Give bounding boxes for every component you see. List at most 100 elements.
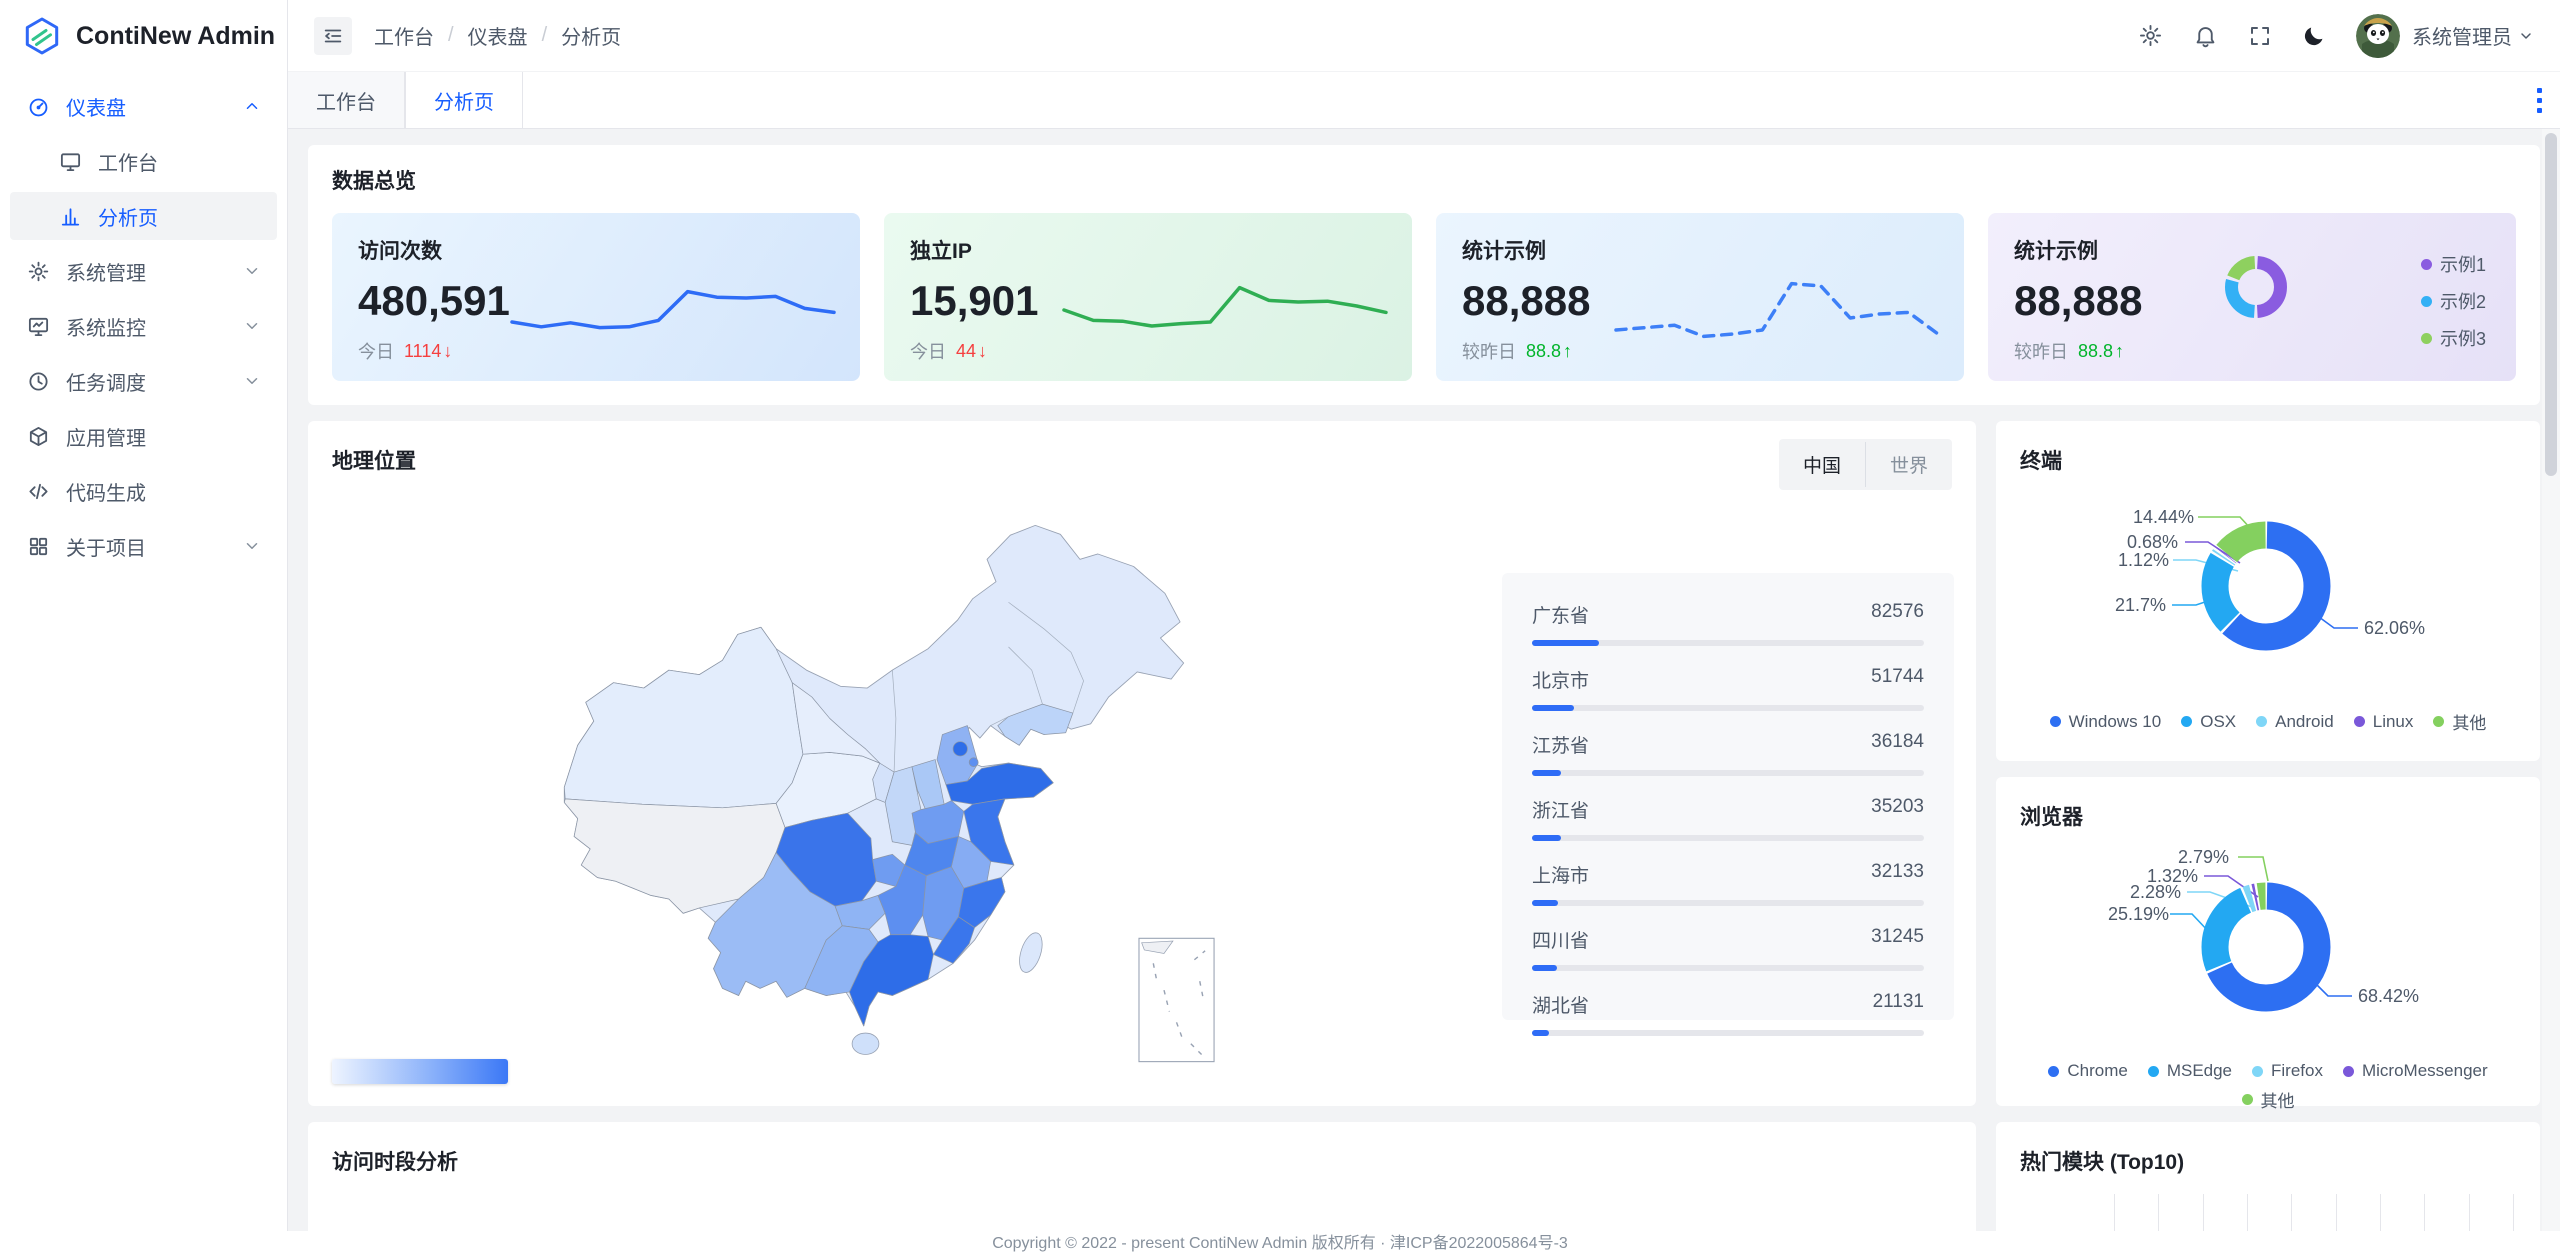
user-name: 系统管理员: [2412, 21, 2534, 50]
sidebar-item-label: 分析页: [98, 202, 158, 231]
app-logo[interactable]: ContiNew Admin: [0, 0, 287, 72]
province-progress-track: [1532, 640, 1924, 646]
pct-label: 2.28%: [2130, 882, 2181, 903]
province-name: 四川省: [1532, 926, 1589, 953]
province-progress-track: [1532, 1030, 1924, 1036]
china-choropleth-map[interactable]: [508, 495, 1259, 1067]
legend-dot-icon: [2421, 296, 2432, 307]
sidebar: ContiNew Admin 仪表盘 工作台 分析页: [0, 0, 288, 1257]
scrollbar-thumb[interactable]: [2545, 133, 2557, 476]
legend-dot-icon: [2421, 333, 2432, 344]
legend-label: Linux: [2373, 712, 2414, 732]
section-title: 地理位置: [332, 445, 1952, 475]
legend-item[interactable]: MSEdge: [2148, 1061, 2232, 1081]
legend-item[interactable]: 其他: [2433, 709, 2486, 734]
sidebar-item-workplace[interactable]: 工作台: [10, 137, 277, 185]
fullscreen-icon[interactable]: [2248, 24, 2272, 48]
province-name: 江苏省: [1532, 731, 1589, 758]
user-menu[interactable]: 系统管理员: [2356, 14, 2534, 58]
section-title: 热门模块 (Top10): [2020, 1146, 2516, 1176]
sidebar-item-task-schedule[interactable]: 任务调度: [10, 357, 277, 405]
province-row: 广东省82576: [1532, 601, 1924, 646]
clock-icon: [26, 369, 50, 393]
breadcrumb-item[interactable]: 工作台: [374, 21, 434, 50]
sidebar-item-label: 代码生成: [66, 477, 146, 506]
tab-workplace[interactable]: 工作台: [288, 72, 405, 128]
breadcrumb-separator: /: [448, 24, 454, 47]
header: 工作台 / 仪表盘 / 分析页 系统管理员: [288, 0, 2560, 72]
south-china-sea-inset: [1139, 938, 1214, 1061]
province-value: 31245: [1871, 926, 1924, 953]
legend-label: Firefox: [2271, 1061, 2323, 1081]
avatar[interactable]: [2356, 14, 2400, 58]
legend-dot-icon: [2252, 1066, 2263, 1077]
province-name: 广东省: [1532, 601, 1589, 628]
legend-item[interactable]: Windows 10: [2050, 709, 2162, 734]
province-row: 浙江省35203: [1532, 796, 1924, 841]
cube-icon: [26, 424, 50, 448]
sidebar-item-about-project[interactable]: 关于项目: [10, 522, 277, 570]
settings-icon[interactable]: [2138, 23, 2163, 48]
dark-mode-moon-icon[interactable]: [2302, 24, 2326, 48]
chevron-up-icon: [243, 97, 261, 115]
stat-card-example-donut: 统计示例 88,888 较昨日 88.8↑ 示例1示例2示例3: [1988, 213, 2516, 381]
code-icon: [26, 479, 50, 503]
page-scrollbar[interactable]: [2542, 129, 2560, 1231]
toggle-world[interactable]: 世界: [1865, 442, 1952, 487]
legend-item[interactable]: MicroMessenger: [2343, 1061, 2488, 1081]
legend-item[interactable]: Linux: [2354, 709, 2414, 734]
sidebar-item-dashboard[interactable]: 仪表盘: [10, 82, 277, 130]
toggle-china[interactable]: 中国: [1779, 442, 1865, 487]
menu-fold-icon: [322, 25, 344, 47]
legend-item[interactable]: 其他: [2242, 1087, 2295, 1112]
stat-delta: 44↓: [956, 341, 987, 362]
tab-analysis[interactable]: 分析页: [405, 72, 523, 128]
breadcrumb: 工作台 / 仪表盘 / 分析页: [374, 21, 621, 50]
map-color-scale: [332, 1059, 508, 1084]
legend-item[interactable]: 示例1: [2421, 251, 2486, 277]
terminal-donut-chart: 14.44% 0.68% 1.12% 21.7% 62.06% Windows …: [2020, 479, 2516, 729]
browser-legend: Chrome MSEdge Firefox MicroMessenger 其他: [2020, 1061, 2516, 1112]
app-title: ContiNew Admin: [76, 22, 275, 51]
pct-label: 25.19%: [2108, 904, 2169, 925]
legend-dot-icon: [2256, 716, 2267, 727]
sidebar-item-system-management[interactable]: 系统管理: [10, 247, 277, 295]
tab-more-icon[interactable]: [2529, 80, 2550, 121]
stat-sub: 较昨日 88.8↑: [2014, 338, 2490, 364]
terminal-legend: Windows 10 OSX Android Linux 其他: [2020, 709, 2516, 734]
legend-label: Android: [2275, 712, 2334, 732]
legend-item[interactable]: Firefox: [2252, 1061, 2323, 1081]
legend-label: 其他: [2261, 1087, 2295, 1112]
sidebar-item-system-monitor[interactable]: 系统监控: [10, 302, 277, 350]
province-ranking-panel: 广东省82576北京市51744江苏省36184浙江省35203上海市32133…: [1502, 573, 1954, 1020]
bar-chart-icon: [58, 204, 82, 228]
legend-label: 示例3: [2440, 325, 2486, 351]
province-row: 上海市32133: [1532, 861, 1924, 906]
stat-card-example: 统计示例 88,888 较昨日 88.8↑: [1436, 213, 1964, 381]
chevron-down-icon: [243, 372, 261, 390]
legend-item[interactable]: OSX: [2181, 709, 2236, 734]
sidebar-item-code-generation[interactable]: 代码生成: [10, 467, 277, 515]
legend-item[interactable]: Android: [2256, 709, 2334, 734]
example-donut-chart: [2216, 247, 2296, 327]
sidebar-collapse-button[interactable]: [314, 17, 352, 55]
sidebar-item-label: 任务调度: [66, 367, 146, 396]
stat-title: 统计示例: [1462, 235, 1938, 265]
sidebar-item-analysis[interactable]: 分析页: [10, 192, 277, 240]
province-value: 21131: [1873, 991, 1924, 1018]
breadcrumb-item[interactable]: 仪表盘: [468, 21, 528, 50]
province-progress-fill: [1532, 1030, 1549, 1036]
pct-label: 21.7%: [2115, 595, 2166, 616]
arrow-up-icon: ↑: [2115, 341, 2124, 362]
legend-item[interactable]: Chrome: [2048, 1061, 2127, 1081]
arrow-down-icon: ↓: [978, 341, 987, 362]
sidebar-item-app-management[interactable]: 应用管理: [10, 412, 277, 460]
region-toggle: 中国 世界: [1779, 439, 1952, 490]
legend-dot-icon: [2050, 716, 2061, 727]
browser-card: 浏览器 2.79% 1.32% 2.28% 25.19% 68.42%: [1996, 777, 2540, 1106]
breadcrumb-item[interactable]: 分析页: [561, 21, 621, 50]
notification-bell-icon[interactable]: [2193, 23, 2218, 48]
legend-item[interactable]: 示例3: [2421, 325, 2486, 351]
apps-grid-icon: [26, 534, 50, 558]
legend-item[interactable]: 示例2: [2421, 288, 2486, 314]
